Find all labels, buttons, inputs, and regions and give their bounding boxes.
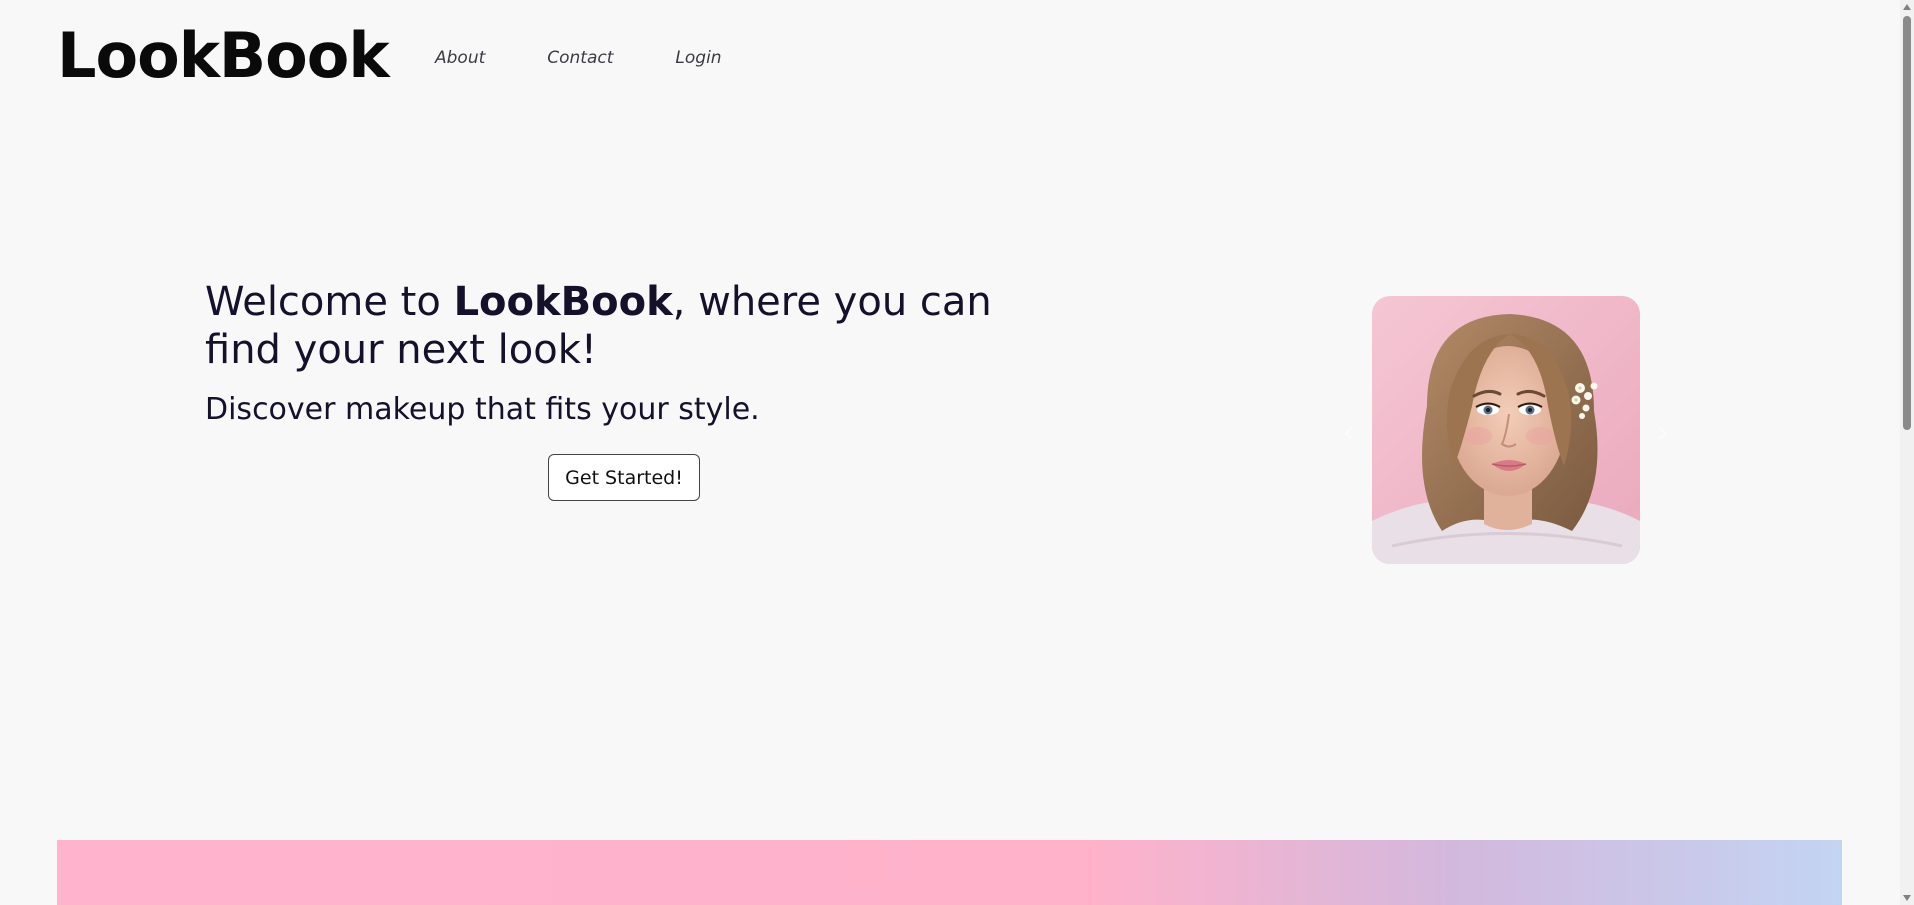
logo[interactable]: LookBook	[57, 21, 390, 90]
chevron-left-icon: ‹	[1344, 415, 1354, 448]
hero-title: Welcome to LookBook, where you can find …	[205, 278, 1005, 374]
hero-title-lead: Welcome to	[205, 279, 454, 325]
carousel-prev-button[interactable]: ‹	[1338, 414, 1360, 450]
nav-link-contact[interactable]: Contact	[547, 48, 613, 68]
main-nav: About Contact Login	[435, 48, 722, 68]
image-carousel: ‹ ›	[1334, 296, 1686, 566]
gradient-banner	[57, 840, 1842, 905]
page-scrollbar[interactable]	[1900, 0, 1914, 905]
scroll-down-arrow-icon[interactable]	[1903, 895, 1911, 901]
page: LookBook About Contact Login Welcome to …	[0, 0, 1914, 905]
carousel-image	[1372, 296, 1640, 564]
hero-section: Welcome to LookBook, where you can find …	[205, 278, 1005, 427]
scroll-up-arrow-icon[interactable]	[1903, 4, 1911, 10]
nav-link-about[interactable]: About	[435, 48, 485, 68]
carousel-next-button[interactable]: ›	[1652, 414, 1674, 450]
nav-link-login[interactable]: Login	[675, 48, 721, 68]
get-started-button[interactable]: Get Started!	[548, 454, 700, 501]
hero-subtitle: Discover makeup that fits your style.	[205, 392, 760, 427]
chevron-right-icon: ›	[1658, 415, 1668, 448]
scrollbar-thumb[interactable]	[1903, 16, 1911, 430]
hero-title-brand: LookBook	[453, 279, 673, 325]
